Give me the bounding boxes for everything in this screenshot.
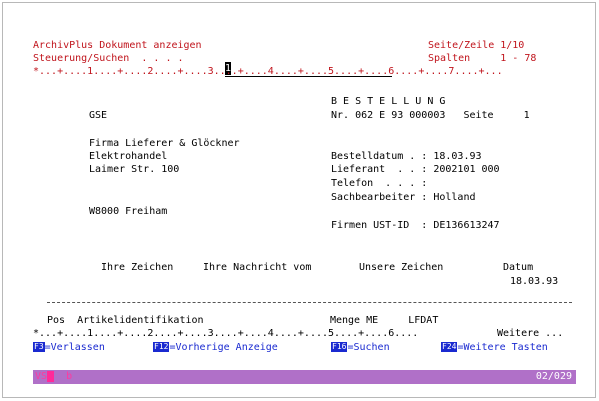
cursor-position: 02/029 <box>535 371 572 382</box>
f3-label: =Verlassen <box>44 342 105 353</box>
ref-date: 18.03.93 <box>510 276 559 287</box>
f16-label: =Suchen <box>347 342 390 353</box>
f12-label: =Vorherige Anzeige <box>169 342 278 353</box>
table-header: Pos Artikelidentifikation Menge ME LFDAT <box>47 315 439 326</box>
ref-header: Datum <box>503 262 534 273</box>
ref-header: Unsere Zeichen <box>359 262 444 273</box>
spalten: Spalten 1 - 78 <box>428 53 537 64</box>
address-line: Firma Lieferer & Glöckner <box>89 138 240 149</box>
f24-label: =Weitere Tasten <box>457 342 548 353</box>
steuerung-label: Steuerung/Suchen . . . . <box>33 53 190 64</box>
address-city: W8000 Freiham <box>89 206 168 217</box>
seite-zeile: Seite/Zeile 1/10 <box>428 40 525 51</box>
ref-header: Ihre Nachricht vom <box>203 262 312 273</box>
weitere-indicator: Weitere ... <box>497 328 564 339</box>
f3-key-badge: F3 <box>33 342 45 352</box>
f16-search-key[interactable]: F16=Suchen <box>331 341 390 354</box>
screen-title: ArchivPlus Dokument anzeigen <box>33 40 202 51</box>
status-left: VS b <box>35 371 72 382</box>
status-indicator: b <box>66 371 73 382</box>
address-line: Laimer Str. 100 <box>89 164 180 175</box>
detail-line: Sachbearbeiter : Holland <box>331 192 476 203</box>
status-code: VS <box>35 371 48 382</box>
document-heading: B E S T E L L U N G <box>331 96 446 107</box>
address-line: Elektrohandel <box>89 151 168 162</box>
detail-line: Bestelldatum . : 18.03.93 <box>331 151 482 162</box>
column-ruler: *...+....1....+....2....+....3....+....4… <box>33 66 503 77</box>
separator-line <box>47 302 572 303</box>
f24-more-keys[interactable]: F24=Weitere Tasten <box>441 341 548 354</box>
company-name: GSE <box>89 110 108 121</box>
status-bar: VS b 02/029 <box>33 370 576 384</box>
f12-previous-key[interactable]: F12=Vorherige Anzeige <box>153 341 278 354</box>
status-mark <box>47 371 55 382</box>
order-number: Nr. 062 E 93 000003 Seite 1 <box>331 110 530 121</box>
f24-key-badge: F24 <box>441 342 458 352</box>
f3-exit-key[interactable]: F3=Verlassen <box>33 341 105 354</box>
bottom-ruler: *...+....1....+....2....+....3....+....4… <box>33 328 419 339</box>
detail-line: Telefon . . . : <box>331 178 428 189</box>
ref-header: Ihre Zeichen <box>101 262 174 273</box>
detail-line: Lieferant . . : 2002101 000 <box>331 164 500 175</box>
f16-key-badge: F16 <box>331 342 348 352</box>
ust-id: Firmen UST-ID : DE136613247 <box>331 220 500 231</box>
f12-key-badge: F12 <box>153 342 170 352</box>
